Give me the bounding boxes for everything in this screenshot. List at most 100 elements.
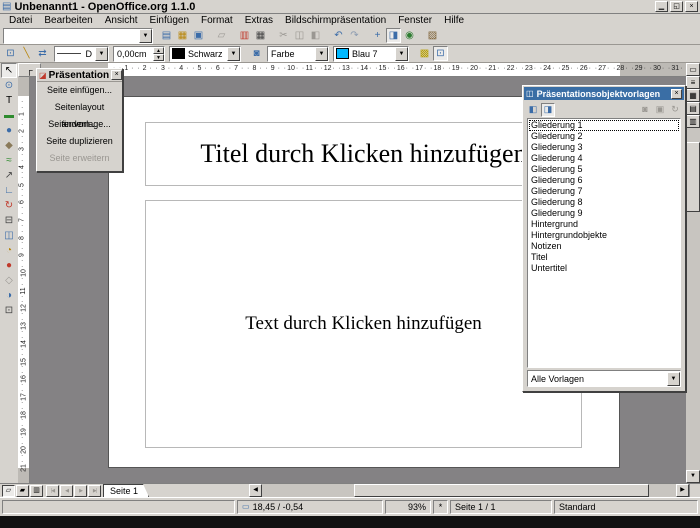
line-style-dropdown-icon[interactable]: ▼: [95, 47, 108, 61]
horizontal-scrollbar-thumb[interactable]: [354, 484, 649, 497]
style-list-item[interactable]: Hintergrundobjekte: [529, 230, 679, 241]
rectangle-tool-icon[interactable]: ▬: [1, 108, 17, 123]
ellipse-tool-icon[interactable]: ●: [1, 123, 17, 138]
interaction-tool-icon[interactable]: ●: [1, 258, 17, 273]
menu-datei[interactable]: Datei: [3, 14, 38, 27]
style-list-item[interactable]: Gliederung 2: [529, 131, 679, 142]
menu-bearbeiten[interactable]: Bearbeiten: [38, 14, 98, 27]
vertical-ruler[interactable]: 1··2··3··4··5··6··7··8··9··10··11··12··1…: [18, 77, 30, 483]
expand-page-item[interactable]: Seite erweitern: [37, 150, 122, 167]
page-style-item[interactable]: Seitenvorlage...: [37, 116, 122, 133]
next-page-icon[interactable]: ▶: [74, 485, 87, 497]
status-position-field[interactable]: ▭ 18,45 / -0,54: [237, 500, 383, 514]
status-style-field[interactable]: Standard: [554, 500, 698, 514]
presentation-panel-titlebar[interactable]: ◪ Präsentation ×: [37, 69, 122, 82]
menu-ansicht[interactable]: Ansicht: [99, 14, 144, 27]
slides-view-icon[interactable]: ▦: [686, 89, 700, 102]
outline-view-icon[interactable]: ≡: [686, 76, 700, 89]
open-icon[interactable]: ▦: [175, 28, 190, 43]
line-dialog-icon[interactable]: ╲: [19, 46, 34, 61]
text-tool-icon[interactable]: T: [1, 93, 17, 108]
connector-tool-icon[interactable]: ∟: [1, 183, 17, 198]
line-style-select[interactable]: D ▼: [54, 46, 109, 62]
style-list-item[interactable]: Gliederung 9: [529, 208, 679, 219]
presentation-styles-icon[interactable]: ◨: [541, 103, 555, 117]
line-width-up-icon[interactable]: ▲: [153, 47, 164, 54]
zoom-tool-icon[interactable]: ⊙: [1, 78, 17, 93]
alignment-tool-icon[interactable]: ⊟: [1, 213, 17, 228]
menu-format[interactable]: Format: [195, 14, 239, 27]
menu-bildschirmpraesentation[interactable]: Bildschirmpräsentation: [279, 14, 392, 27]
close-button[interactable]: ×: [685, 1, 698, 12]
style-list-item[interactable]: Untertitel: [529, 263, 679, 274]
title-placeholder[interactable]: Titel durch Klicken hinzufügen: [145, 122, 582, 186]
previous-page-icon[interactable]: ◀: [60, 485, 73, 497]
style-list-item[interactable]: Gliederung 7: [529, 186, 679, 197]
layer-mode-icon[interactable]: ▥: [30, 485, 43, 497]
horizontal-scrollbar[interactable]: ◀ ▶: [249, 484, 700, 497]
new-style-from-selection-icon[interactable]: ▣: [653, 103, 667, 117]
url-combobox[interactable]: ▼: [3, 28, 153, 44]
menu-fenster[interactable]: Fenster: [392, 14, 438, 27]
presentation-styles-toggle-icon[interactable]: ⊡: [433, 46, 448, 61]
restore-button[interactable]: ◱: [670, 1, 683, 12]
style-list-item[interactable]: Gliederung 1: [529, 120, 679, 131]
style-list-item[interactable]: Gliederung 5: [529, 164, 679, 175]
fill-type-select[interactable]: Farbe ▼: [267, 46, 329, 62]
handout-view-icon[interactable]: ▥: [686, 115, 700, 128]
presentation-panel-close-icon[interactable]: ×: [111, 70, 122, 80]
menu-hilfe[interactable]: Hilfe: [438, 14, 470, 27]
drawing-view-icon[interactable]: ▭: [686, 63, 700, 76]
style-filter-dropdown-icon[interactable]: ▼: [667, 372, 680, 386]
page-tab[interactable]: Seite 1: [103, 484, 149, 497]
hyperlink-icon[interactable]: ◉: [402, 28, 417, 43]
navigator-icon[interactable]: +: [370, 28, 385, 43]
fill-color-dropdown-icon[interactable]: ▼: [395, 47, 408, 61]
lines-arrows-tool-icon[interactable]: ↗: [1, 168, 17, 183]
duplicate-page-item[interactable]: Seite duplizieren: [37, 133, 122, 150]
insert-page-item[interactable]: Seite einfügen...: [37, 82, 122, 99]
update-style-icon[interactable]: ↻: [668, 103, 682, 117]
new-document-icon[interactable]: ▤: [159, 28, 174, 43]
status-page-field[interactable]: Seite 1 / 1: [450, 500, 552, 514]
url-dropdown-icon[interactable]: ▼: [139, 29, 152, 43]
export-pdf-icon[interactable]: ▥: [237, 28, 252, 43]
rotate-tool-icon[interactable]: ↻: [1, 198, 17, 213]
fill-color-select[interactable]: Blau 7 ▼: [333, 46, 409, 62]
line-width-down-icon[interactable]: ▼: [153, 54, 164, 61]
line-color-dropdown-icon[interactable]: ▼: [227, 47, 240, 61]
menu-einfuegen[interactable]: Einfügen: [144, 14, 195, 27]
copy-icon[interactable]: ◫: [292, 28, 307, 43]
gallery-icon[interactable]: ▨: [425, 28, 440, 43]
style-list-item[interactable]: Gliederung 8: [529, 197, 679, 208]
style-list-item[interactable]: Gliederung 6: [529, 175, 679, 186]
stylist-titlebar[interactable]: ◫ Präsentationsobjektvorlagen ×: [524, 87, 684, 100]
style-list-item[interactable]: Gliederung 4: [529, 153, 679, 164]
first-page-icon[interactable]: |◀: [46, 485, 59, 497]
page-mode-icon[interactable]: ▱: [2, 485, 15, 497]
modify-layout-item[interactable]: Seitenlayout ändern...: [37, 99, 122, 116]
url-input[interactable]: [4, 30, 139, 42]
fill-format-mode-icon[interactable]: ◙: [638, 103, 652, 117]
shadow-icon[interactable]: ▩: [417, 46, 432, 61]
area-dialog-icon[interactable]: ◙: [249, 46, 264, 61]
vertical-scrollbar-thumb[interactable]: [686, 142, 700, 212]
line-color-select[interactable]: Schwarz ▼: [169, 46, 241, 62]
scroll-right-icon[interactable]: ▶: [676, 484, 689, 497]
style-filter-select[interactable]: Alle Vorlagen ▼: [527, 370, 681, 387]
line-width-stepper[interactable]: 0,00cm ▲ ▼: [113, 46, 165, 62]
effects-tool-icon[interactable]: ◔: [1, 243, 17, 258]
edit-file-icon[interactable]: ▱: [214, 28, 229, 43]
menu-extras[interactable]: Extras: [239, 14, 279, 27]
stylist-close-icon[interactable]: ×: [671, 89, 682, 99]
stylist-icon[interactable]: ◨: [386, 28, 401, 43]
graphic-styles-icon[interactable]: ◧: [526, 103, 540, 117]
animation-effects-tool-icon[interactable]: ◇: [1, 273, 17, 288]
master-mode-icon[interactable]: ▰: [16, 485, 29, 497]
cut-icon[interactable]: ✂: [276, 28, 291, 43]
notes-view-icon[interactable]: ▤: [686, 102, 700, 115]
status-zoom-field[interactable]: 93%: [385, 500, 431, 514]
text-placeholder[interactable]: Text durch Klicken hinzufügen: [145, 200, 582, 448]
save-icon[interactable]: ▣: [191, 28, 206, 43]
arrange-tool-icon[interactable]: ◫: [1, 228, 17, 243]
